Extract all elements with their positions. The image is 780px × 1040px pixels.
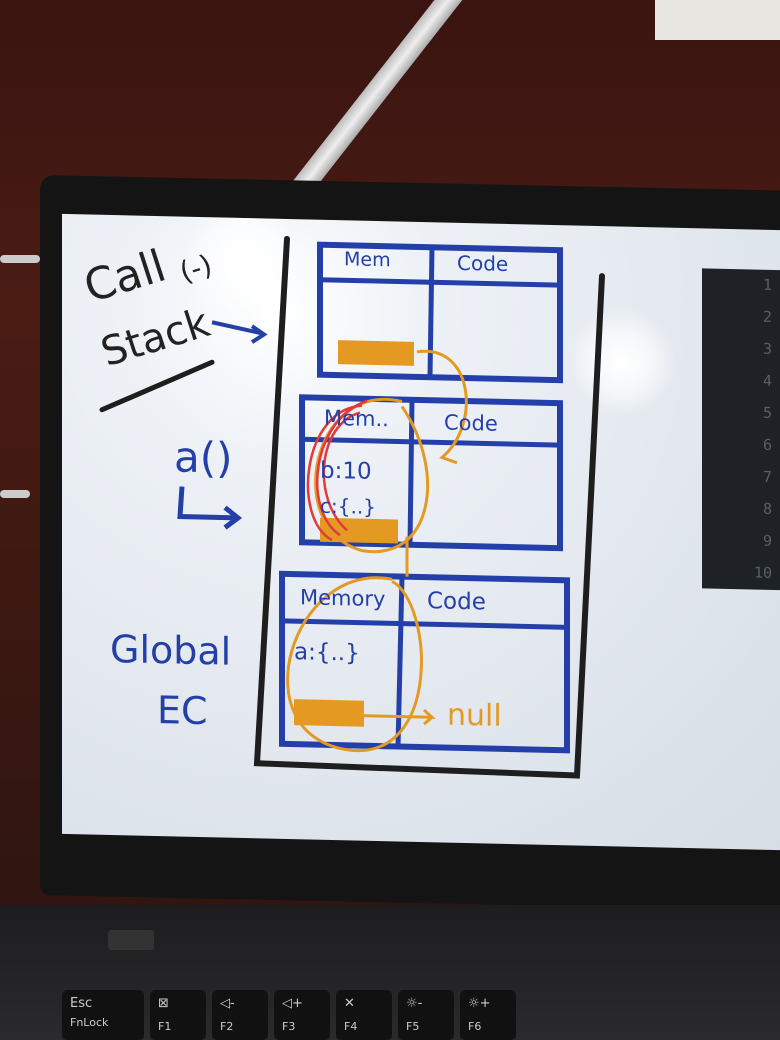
f3-key[interactable]: ◁+ F3 (274, 990, 330, 1040)
f5-key[interactable]: ☼- F5 (398, 990, 454, 1040)
null-label: null (447, 697, 502, 734)
ec-top-code-header: Code (457, 250, 509, 276)
f6-key[interactable]: ☼+ F6 (460, 990, 516, 1040)
laptop-screen: 1 2 3 4 5 6 7 8 9 10 Call (-) Stack a() … (62, 213, 780, 851)
ec-label: EC (157, 688, 208, 734)
ec-middle-code-header: Code (444, 410, 498, 436)
cable (0, 255, 40, 263)
a-function-arrow (177, 486, 243, 530)
function-a-label: a() (174, 432, 233, 483)
f2-key[interactable]: ◁- F2 (212, 990, 268, 1040)
ec-global-entry-a: a:{..} (294, 639, 360, 667)
ec-global-code-highlight (294, 699, 364, 727)
cable (0, 490, 30, 498)
hinge-latch (108, 930, 154, 950)
global-label: Global (110, 626, 232, 674)
f4-key[interactable]: ✕ F4 (336, 990, 392, 1040)
ec-global-code-header: Code (427, 588, 486, 616)
ec-middle-memory-header: Mem.. (324, 405, 389, 432)
ec-middle-entry-c: c:{..} (320, 493, 376, 519)
background-box (655, 0, 780, 40)
ec-middle-entry-b: b:10 (320, 457, 372, 485)
pen-object (289, 0, 468, 199)
ec-top-code-highlight (338, 340, 414, 366)
ec-global-memory-header: Memory (300, 585, 386, 612)
esc-key[interactable]: Esc FnLock (62, 990, 144, 1040)
ec-top-memory-header: Mem (344, 248, 391, 272)
call-stack-arrow (211, 320, 268, 344)
orange-loop-top (416, 349, 468, 465)
f1-key[interactable]: ⊠ F1 (150, 990, 206, 1040)
